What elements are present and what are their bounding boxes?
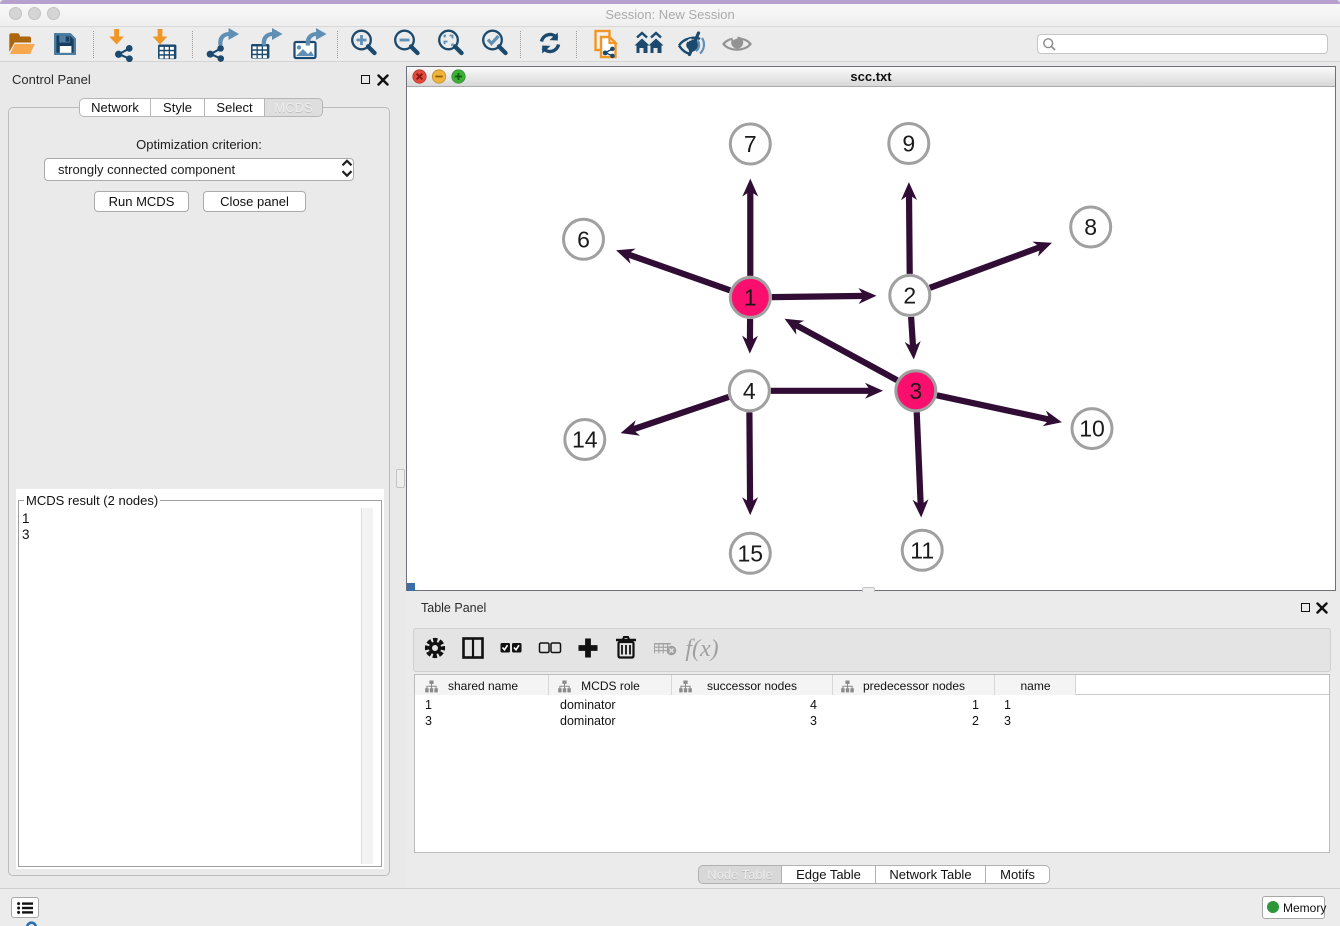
svg-text:f(x): f(x) xyxy=(685,636,718,662)
svg-text:14: 14 xyxy=(572,427,598,453)
svg-text:8: 8 xyxy=(1084,214,1097,240)
svg-text:4: 4 xyxy=(743,378,756,404)
svg-text:10: 10 xyxy=(1079,416,1105,442)
svg-text:2: 2 xyxy=(903,282,916,308)
svg-text:7: 7 xyxy=(744,131,757,157)
svg-text:15: 15 xyxy=(738,540,764,566)
svg-text:9: 9 xyxy=(902,131,915,157)
svg-text:6: 6 xyxy=(577,226,590,252)
svg-text:11: 11 xyxy=(910,537,934,563)
svg-text:1: 1 xyxy=(744,284,757,310)
svg-text:3: 3 xyxy=(909,378,922,404)
